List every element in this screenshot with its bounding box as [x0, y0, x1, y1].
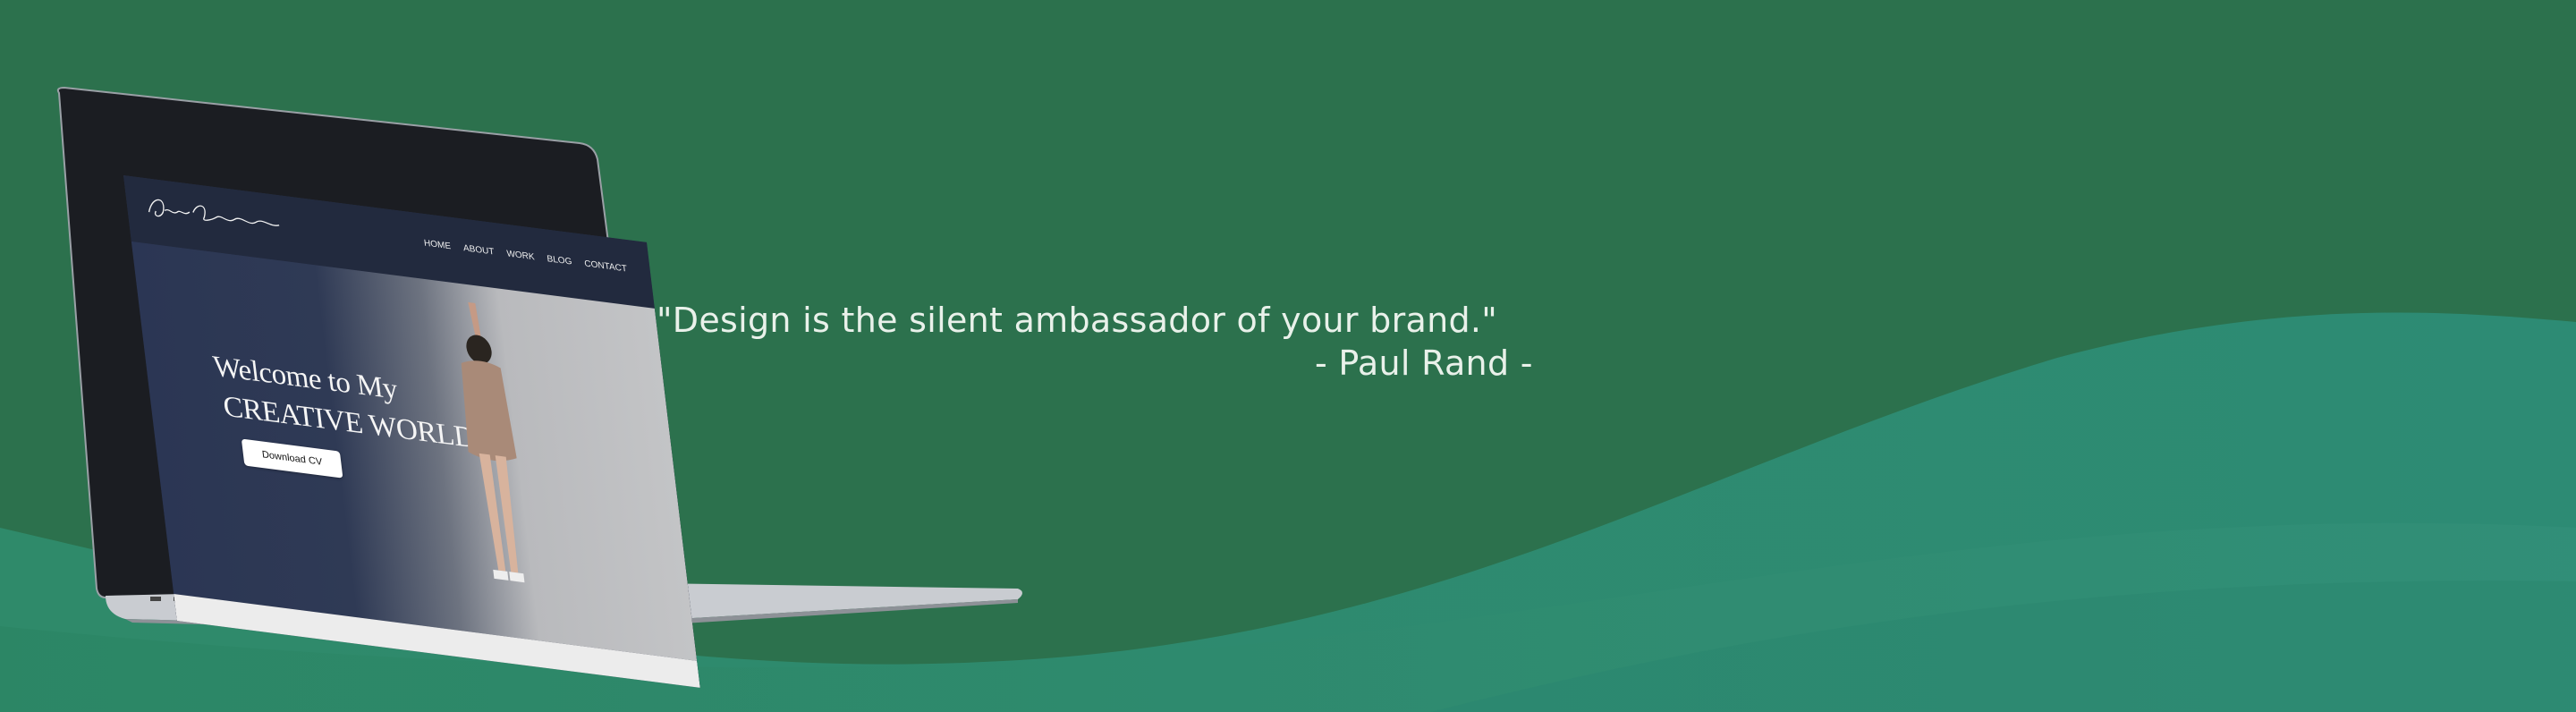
- website-hero: Welcome to My CREATIVE WORLD ! Download …: [131, 242, 698, 661]
- signature-logo: [148, 199, 280, 226]
- quote-author: - Paul Rand -: [1315, 343, 1533, 383]
- design-quote: "Design is the silent ambassador of your…: [657, 301, 1498, 340]
- nav-contact[interactable]: CONTACT: [584, 259, 628, 274]
- nav-work[interactable]: WORK: [506, 249, 535, 262]
- nav-about[interactable]: ABOUT: [462, 243, 495, 257]
- hero-person-image: [461, 301, 525, 583]
- nav-blog[interactable]: BLOG: [547, 254, 572, 267]
- laptop-mockup: HOME ABOUT WORK BLOG CONTACT Welcome to …: [52, 86, 1029, 688]
- website-nav: HOME ABOUT WORK BLOG CONTACT: [423, 239, 627, 275]
- laptop-screen: HOME ABOUT WORK BLOG CONTACT Welcome to …: [123, 175, 700, 688]
- nav-home[interactable]: HOME: [423, 239, 451, 252]
- download-cv-button[interactable]: Download CV: [241, 438, 343, 479]
